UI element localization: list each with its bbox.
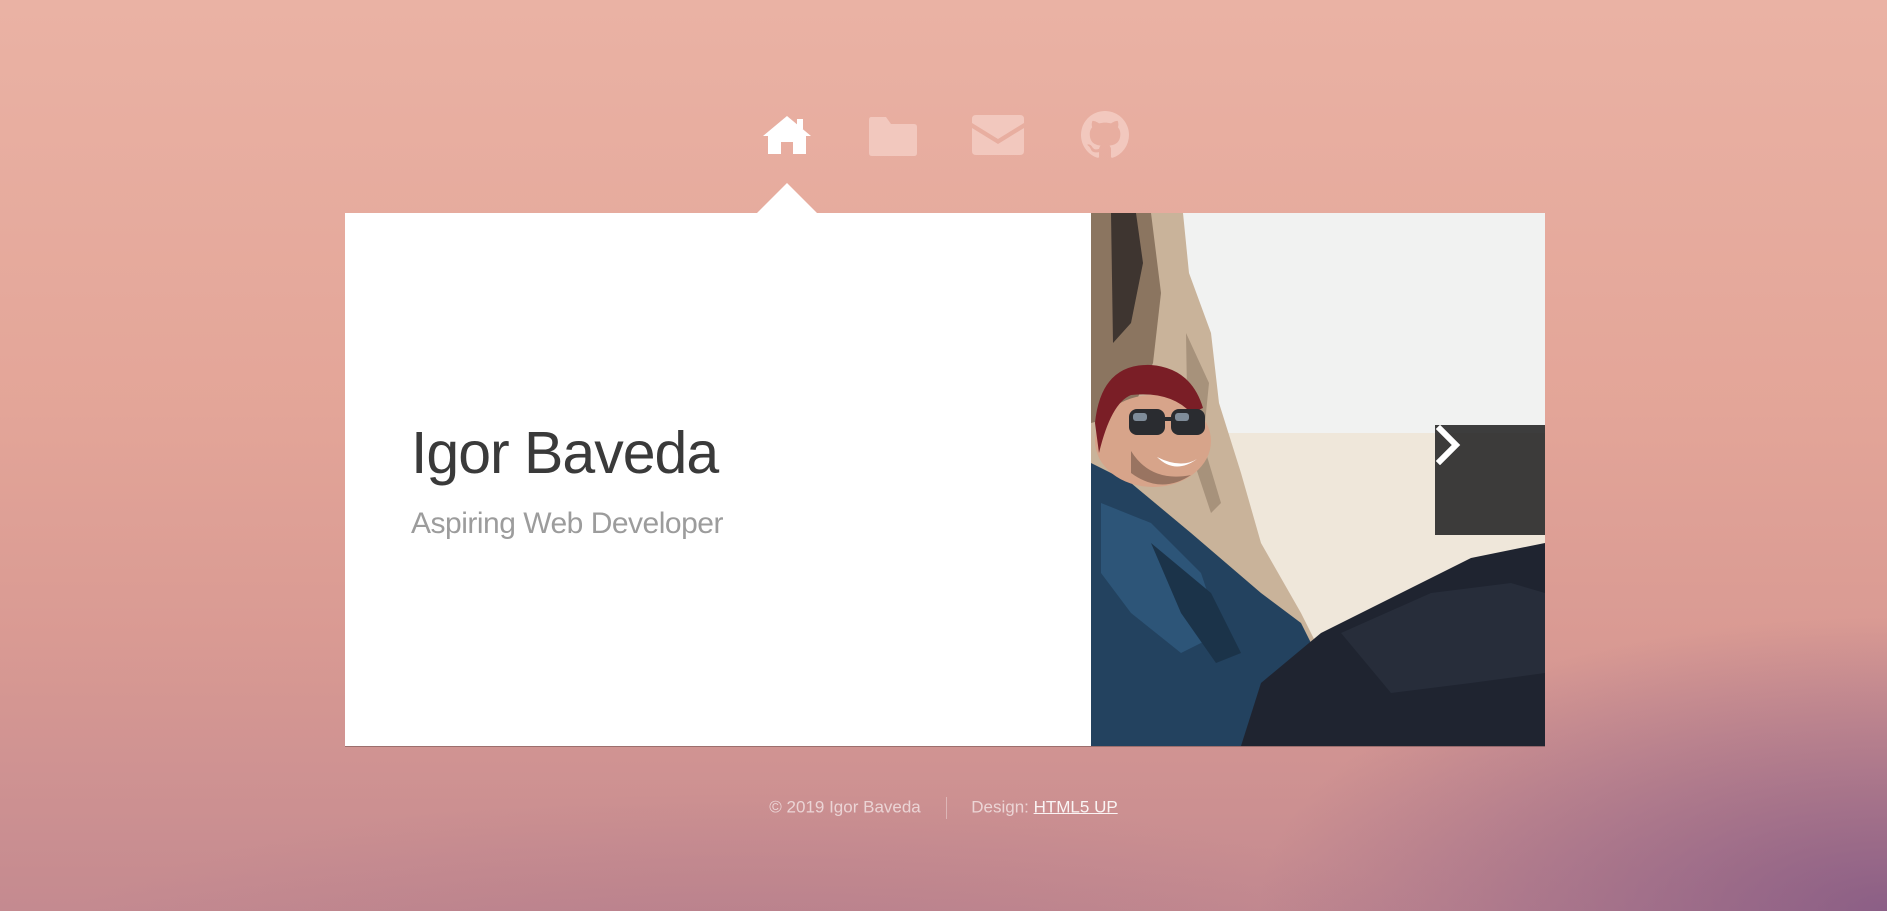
nav-contact[interactable] <box>968 108 1028 162</box>
nav-portfolio[interactable] <box>863 108 923 162</box>
profile-photo <box>1091 213 1545 746</box>
design-credit-link[interactable]: HTML5 UP <box>1034 797 1118 816</box>
envelope-icon <box>972 115 1024 155</box>
footer-divider <box>945 797 947 819</box>
github-icon <box>1081 111 1129 158</box>
nav-github[interactable] <box>1075 108 1135 162</box>
design-credit-label: Design: <box>971 797 1029 817</box>
nav-active-pointer <box>756 183 818 214</box>
copyright-text: © 2019 Igor Baveda <box>769 797 921 817</box>
home-icon <box>763 116 811 154</box>
main-panel: Igor Baveda Aspiring Web Developer <box>345 213 1545 746</box>
intro-section: Igor Baveda Aspiring Web Developer <box>345 213 1091 746</box>
footer: © 2019 Igor Baveda Design: HTML5 UP <box>0 797 1887 819</box>
next-button[interactable] <box>1435 425 1545 535</box>
page-subtitle: Aspiring Web Developer <box>411 507 723 540</box>
page-title: Igor Baveda <box>411 420 719 486</box>
chevron-right-icon <box>1435 425 1461 465</box>
nav-home[interactable] <box>757 108 817 162</box>
folder-icon <box>869 117 917 156</box>
